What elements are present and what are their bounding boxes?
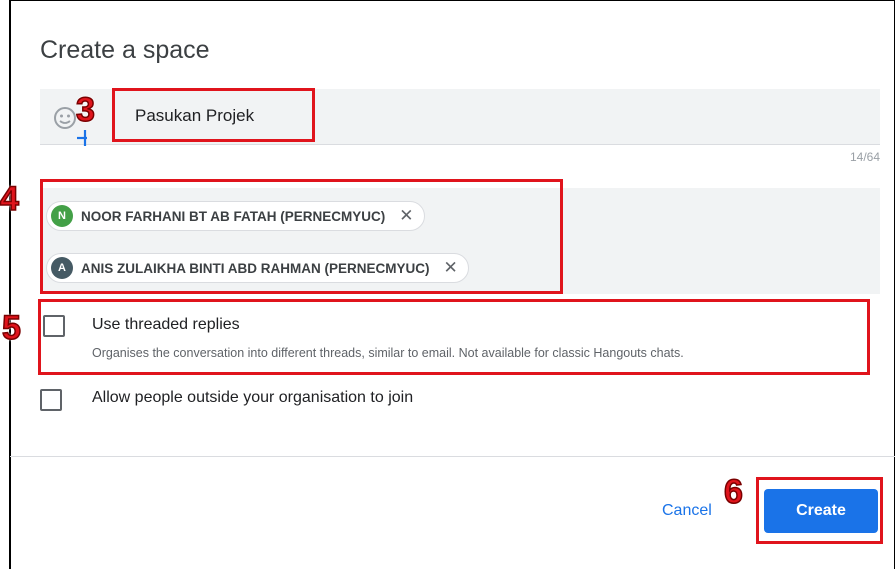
create-highlight <box>756 477 883 544</box>
allow-external-checkbox[interactable] <box>40 389 62 411</box>
space-name-input[interactable]: Pasukan Projek <box>135 106 254 126</box>
cancel-button[interactable]: Cancel <box>662 502 712 520</box>
step-number-3: 3 <box>75 91 95 129</box>
people-highlight <box>40 179 563 294</box>
step-number-5: 5 <box>1 309 21 347</box>
threaded-highlight <box>38 299 870 375</box>
step-number-6: 6 <box>723 473 743 511</box>
dialog-title: Create a space <box>40 36 210 64</box>
footer-divider <box>10 456 895 457</box>
step-number-4: 4 <box>0 180 20 218</box>
allow-external-label: Allow people outside your organisation t… <box>92 389 414 406</box>
name-char-counter: 14/64 <box>849 150 880 164</box>
